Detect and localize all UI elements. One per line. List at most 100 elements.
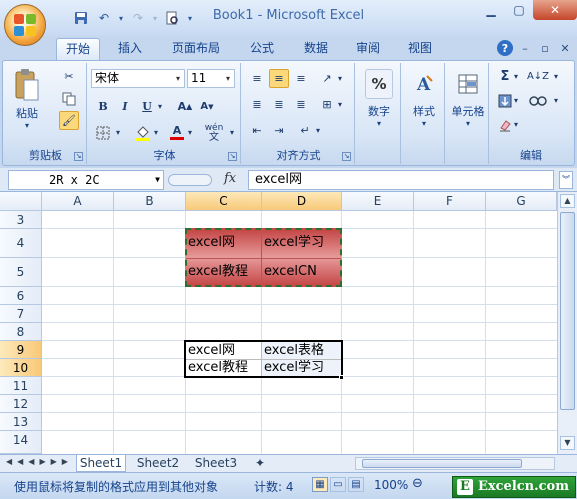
row-header-5[interactable]: 5 <box>0 258 42 287</box>
align-middle-icon[interactable]: ≡ <box>269 69 289 88</box>
column-header-c[interactable]: C <box>186 192 262 211</box>
formula-bar-splitter[interactable] <box>168 174 212 186</box>
cell-c10[interactable]: excel教程 <box>186 360 261 376</box>
align-center-icon[interactable]: ≣ <box>269 95 289 114</box>
close-icon[interactable]: ✕ <box>533 0 577 20</box>
row-header-10[interactable]: 10 <box>0 359 42 377</box>
styles-button[interactable]: A 样式 ▾ <box>407 69 441 128</box>
column-header-g[interactable]: G <box>486 192 557 211</box>
wrap-text-icon[interactable]: ↵ <box>295 121 315 140</box>
sheet-tab-2[interactable]: Sheet2 <box>132 455 184 472</box>
expand-formula-bar-icon[interactable]: ︾ <box>559 171 573 189</box>
font-color-icon[interactable]: A <box>167 123 187 142</box>
autosum-dropdown-icon[interactable]: ▾ <box>511 67 521 86</box>
tab-insert[interactable]: 插入 <box>108 38 152 60</box>
cell-d10[interactable]: excel学习 <box>262 360 341 376</box>
row-header-4[interactable]: 4 <box>0 229 42 258</box>
zoom-out-icon[interactable]: ⊖ <box>412 476 423 491</box>
vertical-scrollbar[interactable]: ▲ ▼ <box>557 192 577 454</box>
merge-center-icon[interactable]: ⊞ <box>317 95 337 114</box>
format-painter-icon[interactable]: 🖌 <box>59 111 79 130</box>
italic-button[interactable]: I <box>115 97 135 116</box>
tab-view[interactable]: 视图 <box>398 38 442 60</box>
horizontal-scrollbar[interactable] <box>355 457 555 470</box>
column-header-e[interactable]: E <box>342 192 414 211</box>
fill-handle[interactable] <box>339 375 344 380</box>
row-header-8[interactable]: 8 <box>0 323 42 341</box>
insert-sheet-icon[interactable]: ✦ <box>250 455 270 472</box>
column-header-f[interactable]: F <box>414 192 486 211</box>
phonetic-dropdown-icon[interactable]: ▾ <box>227 123 237 142</box>
grow-font-icon[interactable]: A ▲ <box>175 97 195 116</box>
fill-dropdown-icon[interactable]: ▾ <box>511 91 521 110</box>
page-layout-view-icon[interactable]: ▭ <box>330 477 346 492</box>
sort-filter-icon[interactable]: A↓Z <box>525 67 551 86</box>
clipboard-launcher-icon[interactable]: ↘ <box>74 152 83 161</box>
ribbon-minimize-icon[interactable]: – <box>517 40 533 56</box>
sheet-tab-3[interactable]: Sheet3 <box>190 455 242 472</box>
underline-button[interactable]: U <box>137 97 157 116</box>
row-header-6[interactable]: 6 <box>0 287 42 305</box>
font-color-dropdown-icon[interactable]: ▾ <box>185 123 195 142</box>
font-name-dropdown-icon[interactable]: ▾ <box>172 70 184 87</box>
borders-dropdown-icon[interactable]: ▾ <box>113 123 123 142</box>
fill-color-icon[interactable] <box>133 123 153 142</box>
font-name-combo[interactable]: 宋体 ▾ <box>91 69 185 88</box>
row-header-3[interactable]: 3 <box>0 211 42 229</box>
underline-dropdown-icon[interactable]: ▾ <box>155 97 165 116</box>
sheet-tab-1[interactable]: Sheet1 <box>76 455 126 472</box>
cell-d9[interactable]: excel表格 <box>262 342 341 359</box>
cell-d4[interactable]: excel学习 <box>262 229 341 257</box>
horizontal-scroll-thumb[interactable] <box>362 459 522 468</box>
scroll-down-icon[interactable]: ▼ <box>560 436 575 450</box>
row-header-13[interactable]: 13 <box>0 413 42 431</box>
clear-dropdown-icon[interactable]: ▾ <box>511 115 521 134</box>
office-button[interactable] <box>4 4 46 46</box>
font-size-combo[interactable]: 11 ▾ <box>187 69 235 88</box>
cells-dropdown-icon[interactable]: ▾ <box>466 119 470 128</box>
borders-icon[interactable] <box>93 123 113 142</box>
ribbon-restore-icon[interactable]: ▫ <box>537 40 553 56</box>
zoom-level[interactable]: 100% <box>374 478 408 492</box>
shrink-font-icon[interactable]: A ▼ <box>197 97 217 116</box>
tab-page-layout[interactable]: 页面布局 <box>164 38 228 60</box>
help-icon[interactable]: ? <box>497 40 513 56</box>
align-top-icon[interactable]: ≡ <box>247 69 267 88</box>
maximize-icon[interactable]: ▢ <box>505 0 533 20</box>
number-format-button[interactable]: % 数字 ▾ <box>361 69 397 128</box>
font-size-dropdown-icon[interactable]: ▾ <box>222 70 234 87</box>
bold-button[interactable]: B <box>93 97 113 116</box>
align-left-icon[interactable]: ≣ <box>247 95 267 114</box>
cells-button[interactable]: 单元格 ▾ <box>449 69 487 128</box>
formula-input[interactable]: excel网 <box>248 170 554 190</box>
merge-dropdown-icon[interactable]: ▾ <box>335 95 345 114</box>
cell-c9[interactable]: excel网 <box>186 342 261 359</box>
worksheet-grid[interactable]: A B C D E F G 3 4 5 6 7 8 9 10 11 12 13 … <box>0 192 557 454</box>
column-header-d[interactable]: D <box>262 192 342 211</box>
cut-icon[interactable]: ✂ <box>59 67 79 86</box>
row-header-14[interactable]: 14 <box>0 431 42 454</box>
row-header-7[interactable]: 7 <box>0 305 42 323</box>
align-right-icon[interactable]: ≣ <box>291 95 311 114</box>
font-launcher-icon[interactable]: ↘ <box>228 152 237 161</box>
normal-view-icon[interactable]: ▦ <box>312 477 328 492</box>
name-box-dropdown-icon[interactable]: ▼ <box>155 171 160 189</box>
scroll-up-icon[interactable]: ▲ <box>560 194 575 208</box>
decrease-indent-icon[interactable]: ⇤ <box>247 121 267 140</box>
number-dropdown-icon[interactable]: ▾ <box>377 119 381 128</box>
select-all-corner[interactable] <box>0 192 42 211</box>
styles-dropdown-icon[interactable]: ▾ <box>422 119 426 128</box>
row-header-9[interactable]: 9 <box>0 341 42 359</box>
cell-c4[interactable]: excel网 <box>186 229 261 257</box>
alignment-launcher-icon[interactable]: ↘ <box>342 152 351 161</box>
orientation-icon[interactable]: ↗ <box>317 69 337 88</box>
paste-button[interactable]: 粘贴 ▾ <box>11 65 43 130</box>
name-box[interactable]: 2R x 2C ▼ <box>8 170 164 190</box>
align-bottom-icon[interactable]: ≡ <box>291 69 311 88</box>
find-dropdown-icon[interactable]: ▾ <box>551 91 561 110</box>
increase-indent-icon[interactable]: ⇥ <box>269 121 289 140</box>
tab-formulas[interactable]: 公式 <box>240 38 284 60</box>
column-header-b[interactable]: B <box>114 192 186 211</box>
insert-function-icon[interactable]: fx <box>224 171 236 186</box>
page-break-view-icon[interactable]: ▤ <box>348 477 364 492</box>
